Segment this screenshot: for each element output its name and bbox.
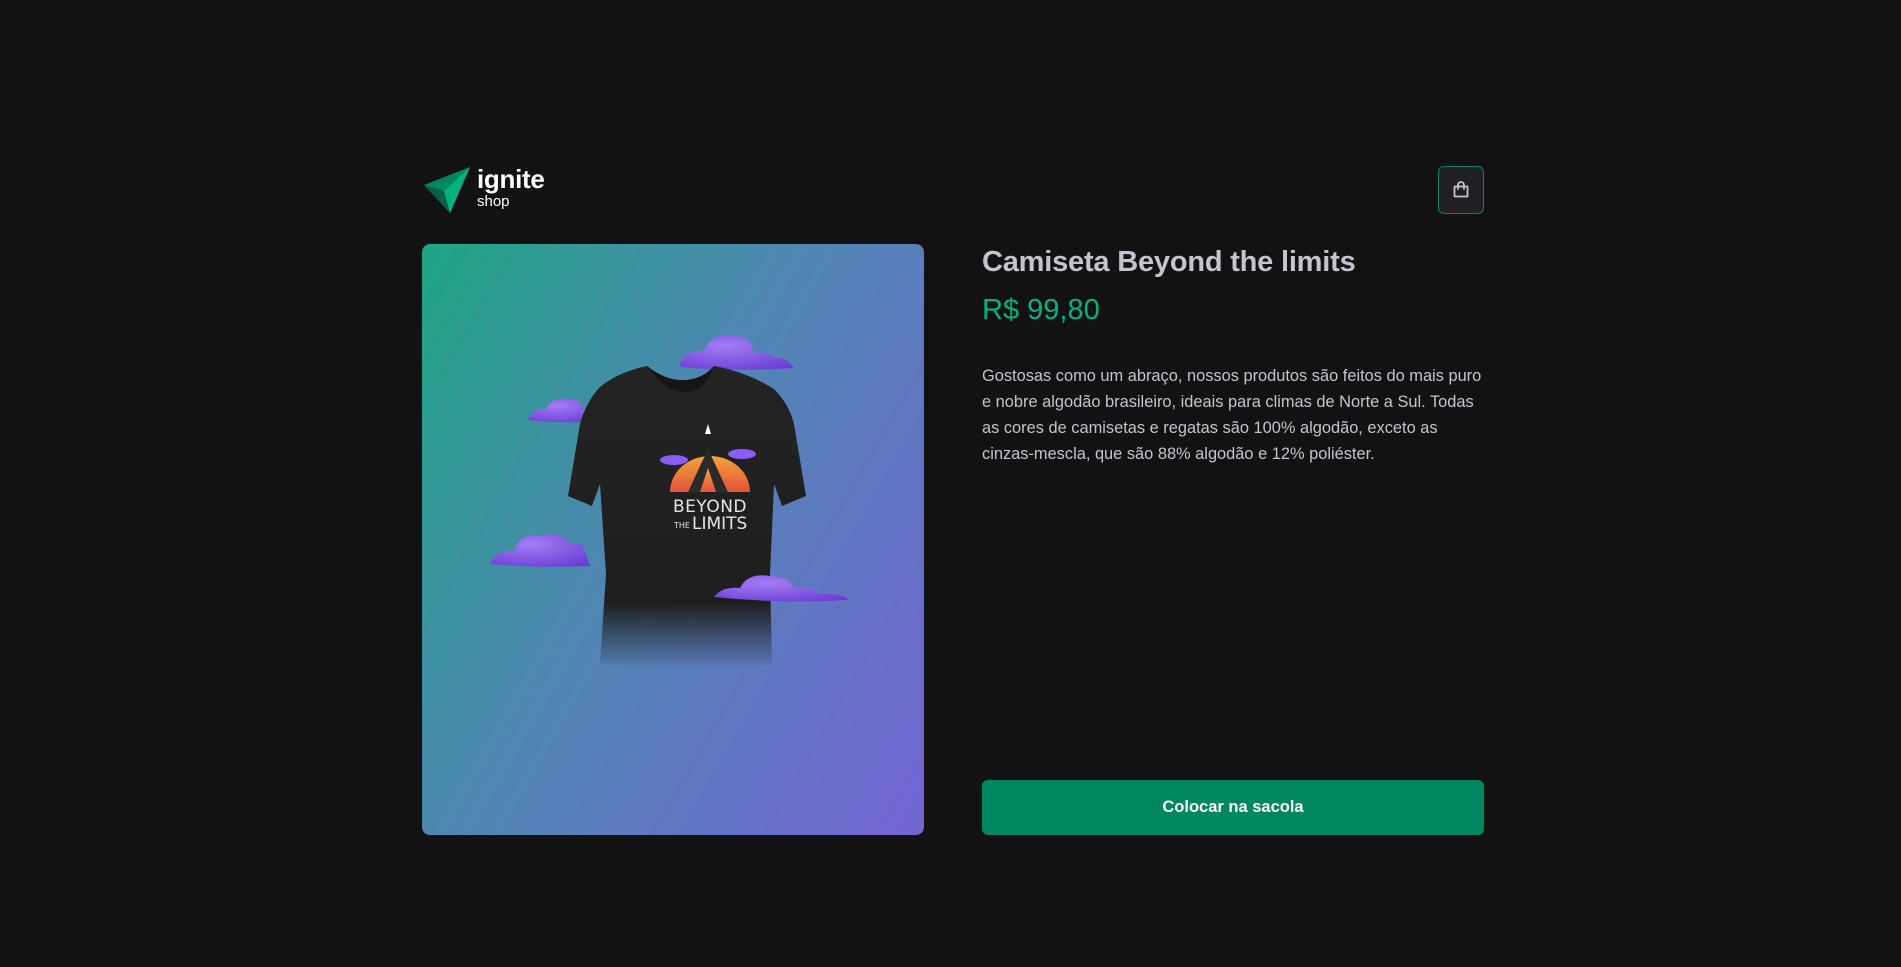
product-title: Camiseta Beyond the limits [982, 246, 1356, 278]
logo-title: ignite [477, 164, 545, 194]
product-page: ignite shop BEYOND THE LIMITS Camiseta B… [0, 0, 1901, 967]
logo-subtitle: shop [477, 193, 510, 210]
logo[interactable]: ignite shop [422, 164, 545, 216]
shopping-bag-icon [1453, 181, 1469, 198]
product-description: Gostosas como um abraço, nossos produtos… [982, 367, 1482, 463]
cart-button[interactable] [1438, 166, 1484, 214]
product-details: Camiseta Beyond the limits R$ 99,80 Gost… [982, 244, 1484, 835]
tshirt-shape [568, 366, 806, 669]
tshirt-illustration: BEYOND THE LIMITS [490, 335, 848, 669]
header: ignite shop [422, 164, 1484, 216]
cloud-shape [679, 335, 794, 370]
product-image: BEYOND THE LIMITS [422, 244, 924, 835]
add-to-bag-button[interactable]: Colocar na sacola [982, 780, 1484, 835]
ignite-logo-icon [424, 167, 470, 213]
logo-text: ignite shop [477, 164, 545, 210]
print-text-limits: LIMITS [692, 514, 747, 534]
print-text-the: THE [673, 521, 690, 530]
product-price: R$ 99,80 [982, 294, 1100, 326]
cloud-shape [490, 534, 590, 567]
